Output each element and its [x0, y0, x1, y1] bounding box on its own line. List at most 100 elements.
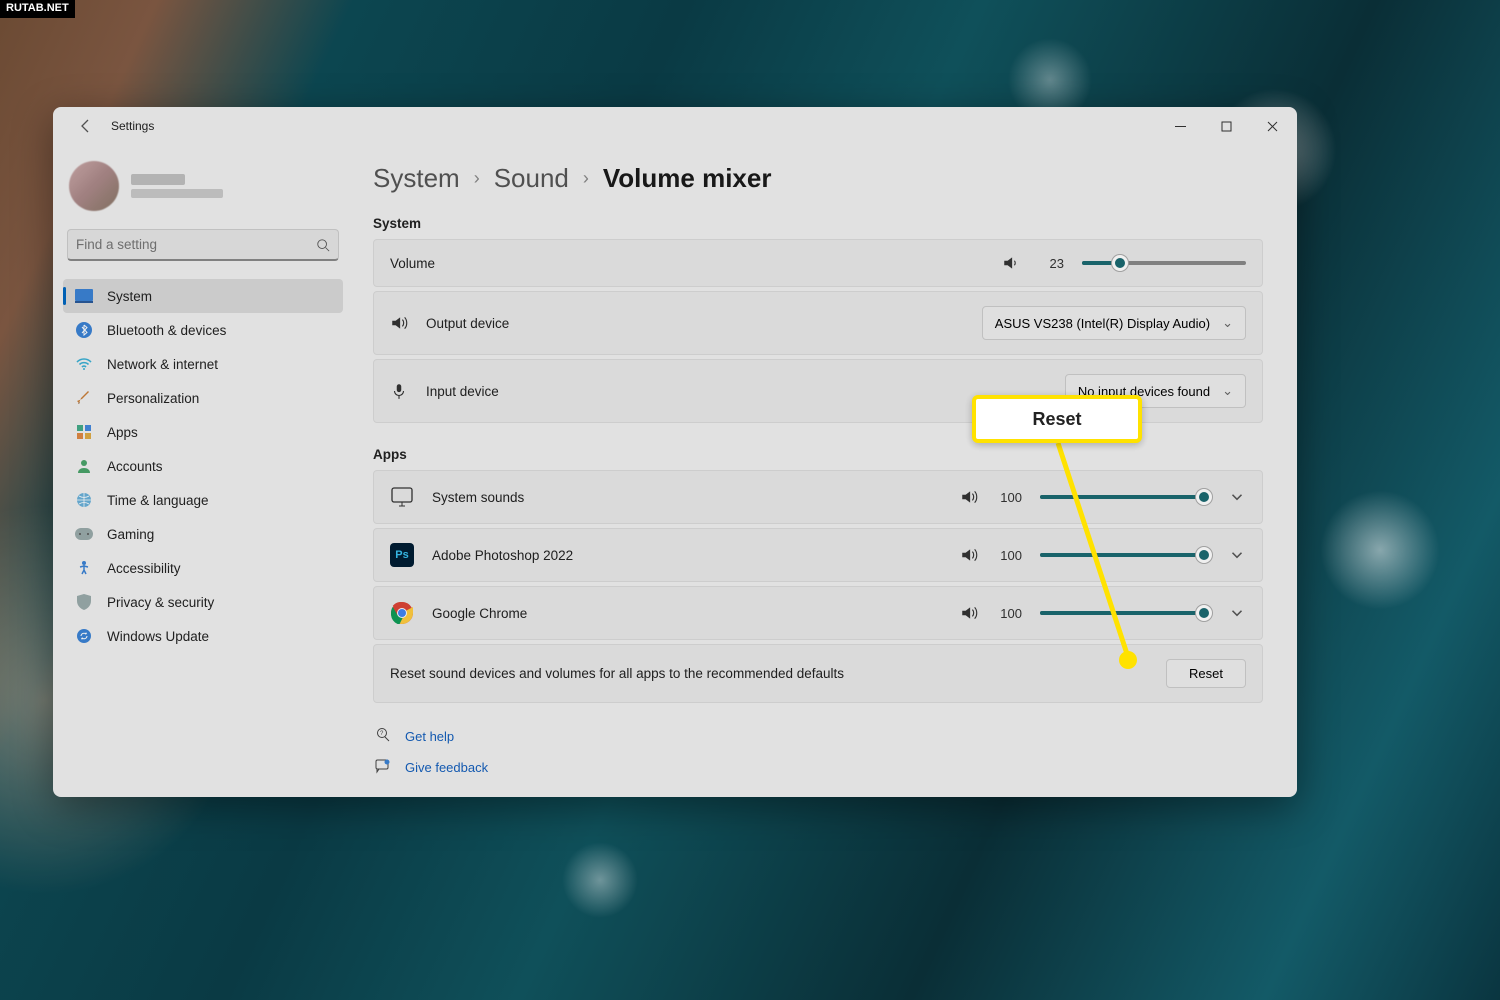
- sidebar-item-accounts[interactable]: Accounts: [63, 449, 343, 483]
- sidebar-item-apps[interactable]: Apps: [63, 415, 343, 449]
- shield-icon: [75, 593, 93, 611]
- volume-card: Volume 23: [373, 239, 1263, 287]
- reset-button[interactable]: Reset: [1166, 659, 1246, 688]
- search-field[interactable]: [76, 237, 316, 252]
- link-label: Get help: [405, 729, 454, 744]
- app-volume-value: 100: [996, 490, 1022, 505]
- window-title: Settings: [111, 119, 154, 133]
- crumb-sound[interactable]: Sound: [494, 163, 569, 194]
- nav-label: Gaming: [107, 527, 154, 542]
- annotation-callout: Reset: [972, 395, 1142, 443]
- profile-text: [131, 174, 223, 198]
- app-row-system-sounds: System sounds 100: [373, 470, 1263, 524]
- nav-label: Personalization: [107, 391, 199, 406]
- bluetooth-icon: [75, 321, 93, 339]
- accessibility-icon: [75, 559, 93, 577]
- input-label: Input device: [426, 384, 499, 399]
- output-device-dropdown[interactable]: ASUS VS238 (Intel(R) Display Audio) ⌄: [982, 306, 1246, 340]
- speaker-icon[interactable]: [960, 546, 978, 564]
- app-volume-slider[interactable]: [1040, 495, 1204, 499]
- sidebar: System Bluetooth & devices Network & int…: [53, 145, 353, 797]
- chevron-down-icon: ⌄: [1222, 315, 1233, 331]
- speaker-icon[interactable]: [1002, 254, 1020, 272]
- chevron-down-icon: ⌄: [1222, 383, 1233, 399]
- sidebar-item-privacy[interactable]: Privacy & security: [63, 585, 343, 619]
- nav-label: Accessibility: [107, 561, 181, 576]
- sidebar-item-update[interactable]: Windows Update: [63, 619, 343, 653]
- output-device-card: Output device ASUS VS238 (Intel(R) Displ…: [373, 291, 1263, 355]
- give-feedback-link[interactable]: Give feedback: [373, 752, 1263, 783]
- close-button[interactable]: [1249, 109, 1295, 143]
- app-label: Adobe Photoshop 2022: [432, 548, 573, 563]
- section-apps-label: Apps: [373, 447, 1263, 462]
- monitor-icon: [390, 485, 414, 509]
- maximize-button[interactable]: [1203, 109, 1249, 143]
- system-icon: [75, 287, 93, 305]
- app-volume-value: 100: [996, 606, 1022, 621]
- get-help-link[interactable]: ? Get help: [373, 721, 1263, 752]
- nav-label: Accounts: [107, 459, 163, 474]
- chevron-right-icon: ›: [583, 168, 589, 189]
- speaker-loud-icon: [390, 314, 408, 332]
- nav-label: Windows Update: [107, 629, 209, 644]
- photoshop-icon: Ps: [390, 543, 414, 567]
- speaker-icon[interactable]: [960, 604, 978, 622]
- speaker-icon[interactable]: [960, 488, 978, 506]
- expand-button[interactable]: [1228, 546, 1246, 564]
- svg-text:?: ?: [380, 731, 384, 737]
- microphone-icon: [390, 382, 408, 400]
- volume-label: Volume: [390, 256, 435, 271]
- nav-label: Apps: [107, 425, 138, 440]
- app-label: System sounds: [432, 490, 524, 505]
- reset-description: Reset sound devices and volumes for all …: [390, 666, 844, 681]
- volume-value: 23: [1038, 256, 1064, 271]
- sidebar-item-gaming[interactable]: Gaming: [63, 517, 343, 551]
- sidebar-item-network[interactable]: Network & internet: [63, 347, 343, 381]
- app-volume-slider[interactable]: [1040, 553, 1204, 557]
- dropdown-value: ASUS VS238 (Intel(R) Display Audio): [995, 316, 1210, 331]
- nav-label: Bluetooth & devices: [107, 323, 226, 338]
- sidebar-item-personalization[interactable]: Personalization: [63, 381, 343, 415]
- back-button[interactable]: [69, 109, 103, 143]
- main-content: System › Sound › Volume mixer System Vol…: [353, 145, 1297, 797]
- app-volume-slider[interactable]: [1040, 611, 1204, 615]
- gaming-icon: [75, 525, 93, 543]
- sidebar-item-accessibility[interactable]: Accessibility: [63, 551, 343, 585]
- nav-label: Time & language: [107, 493, 209, 508]
- app-volume-value: 100: [996, 548, 1022, 563]
- search-input[interactable]: [67, 229, 339, 261]
- volume-slider[interactable]: [1082, 261, 1246, 265]
- sidebar-item-time[interactable]: Time & language: [63, 483, 343, 517]
- app-row-chrome: Google Chrome 100: [373, 586, 1263, 640]
- globe-clock-icon: [75, 491, 93, 509]
- breadcrumb: System › Sound › Volume mixer: [373, 163, 1263, 194]
- expand-button[interactable]: [1228, 604, 1246, 622]
- sidebar-item-system[interactable]: System: [63, 279, 343, 313]
- output-label: Output device: [426, 316, 509, 331]
- settings-window: Settings System B: [53, 107, 1297, 797]
- nav-label: Network & internet: [107, 357, 218, 372]
- arrow-left-icon: [78, 118, 94, 134]
- help-icon: ?: [375, 727, 391, 746]
- crumb-system[interactable]: System: [373, 163, 460, 194]
- minimize-button[interactable]: [1157, 109, 1203, 143]
- wifi-icon: [75, 355, 93, 373]
- user-profile[interactable]: [63, 157, 343, 225]
- chevron-right-icon: ›: [474, 168, 480, 189]
- nav-label: System: [107, 289, 152, 304]
- sidebar-item-bluetooth[interactable]: Bluetooth & devices: [63, 313, 343, 347]
- section-system-label: System: [373, 216, 1263, 231]
- apps-icon: [75, 423, 93, 441]
- app-label: Google Chrome: [432, 606, 527, 621]
- person-icon: [75, 457, 93, 475]
- search-icon: [316, 238, 330, 252]
- titlebar: Settings: [53, 107, 1297, 145]
- feedback-icon: [375, 758, 391, 777]
- update-icon: [75, 627, 93, 645]
- expand-button[interactable]: [1228, 488, 1246, 506]
- chrome-icon: [390, 601, 414, 625]
- avatar: [69, 161, 119, 211]
- link-label: Give feedback: [405, 760, 488, 775]
- paintbrush-icon: [75, 389, 93, 407]
- nav-label: Privacy & security: [107, 595, 214, 610]
